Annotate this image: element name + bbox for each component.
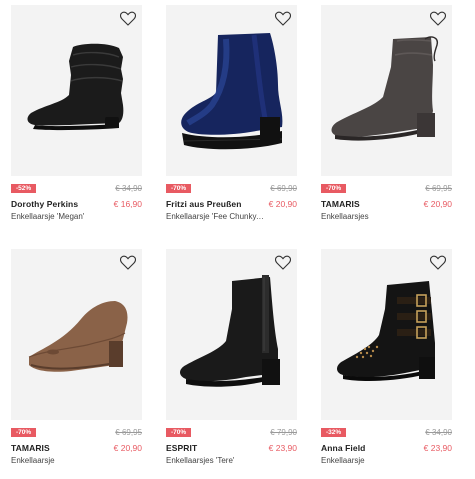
product-card[interactable]: -32% € 34,90 Anna Field € 23,90 Enkellaa… xyxy=(321,249,452,467)
discount-badge: -70% xyxy=(166,428,192,437)
old-price: € 79,90 xyxy=(270,428,297,437)
product-card[interactable]: -70% € 69,95 TAMARIS € 20,90 Enkellaarsj… xyxy=(11,249,142,467)
product-name: Enkellaarsjes xyxy=(321,212,369,221)
heart-icon[interactable] xyxy=(430,11,446,26)
product-name: Enkellaarsje xyxy=(321,456,365,465)
brand-name: TAMARIS xyxy=(321,199,360,209)
old-price: € 69,90 xyxy=(270,184,297,193)
discount-badge: -70% xyxy=(321,184,347,193)
sale-price: € 20,90 xyxy=(423,199,452,209)
product-name: Enkellaarsje xyxy=(11,456,55,465)
product-image[interactable] xyxy=(11,5,142,176)
old-price: € 69,95 xyxy=(425,184,452,193)
brand-name: Anna Field xyxy=(321,443,366,453)
ankle-boot-grey-suede-icon xyxy=(331,36,439,141)
brand-name: ESPRIT xyxy=(166,443,198,453)
sale-price: € 16,90 xyxy=(113,199,142,209)
discount-badge: -70% xyxy=(11,428,37,437)
heart-icon[interactable] xyxy=(275,11,291,26)
heart-icon[interactable] xyxy=(430,255,446,270)
discount-badge: -70% xyxy=(166,184,192,193)
sale-price: € 23,90 xyxy=(268,443,297,453)
sale-price: € 20,90 xyxy=(113,443,142,453)
product-name: Enkellaarsjes 'Tere' xyxy=(166,456,235,465)
product-image[interactable] xyxy=(166,249,297,420)
product-card[interactable]: -70% € 79,90 ESPRIT € 23,90 Enkellaarsje… xyxy=(166,249,297,467)
ankle-boot-black-slouch-icon xyxy=(27,43,124,131)
old-price: € 34,90 xyxy=(425,428,452,437)
old-price: € 34,90 xyxy=(115,184,142,193)
sale-price: € 23,90 xyxy=(423,443,452,453)
product-image[interactable] xyxy=(166,5,297,176)
heart-icon[interactable] xyxy=(275,255,291,270)
discount-badge: -52% xyxy=(11,184,37,193)
brand-name: Fritzi aus Preußen xyxy=(166,199,242,209)
product-image[interactable] xyxy=(11,249,142,420)
brand-name: TAMARIS xyxy=(11,443,50,453)
ankle-boot-black-elastic-icon xyxy=(180,275,280,387)
brand-name: Dorothy Perkins xyxy=(11,199,79,209)
product-name: Enkellaarsje 'Fee Chunky...' xyxy=(166,212,264,221)
sale-price: € 20,90 xyxy=(268,199,297,209)
heart-icon[interactable] xyxy=(120,11,136,26)
pump-brown-icon xyxy=(28,301,128,372)
product-card[interactable]: -70% € 69,90 Fritzi aus Preußen € 20,90 … xyxy=(166,5,297,223)
ankle-boot-blue-velvet-icon xyxy=(181,33,283,150)
discount-badge: -32% xyxy=(321,428,347,437)
old-price: € 69,95 xyxy=(115,428,142,437)
ankle-boot-studded-buckles-icon xyxy=(337,281,435,381)
heart-icon[interactable] xyxy=(120,255,136,270)
product-image[interactable] xyxy=(321,249,452,420)
product-name: Enkellaarsje 'Megan' xyxy=(11,212,85,221)
product-image[interactable] xyxy=(321,5,452,176)
product-card[interactable]: -70% € 69,95 TAMARIS € 20,90 Enkellaarsj… xyxy=(321,5,452,223)
product-card[interactable]: -52% € 34,90 Dorothy Perkins € 16,90 Enk… xyxy=(11,5,142,223)
